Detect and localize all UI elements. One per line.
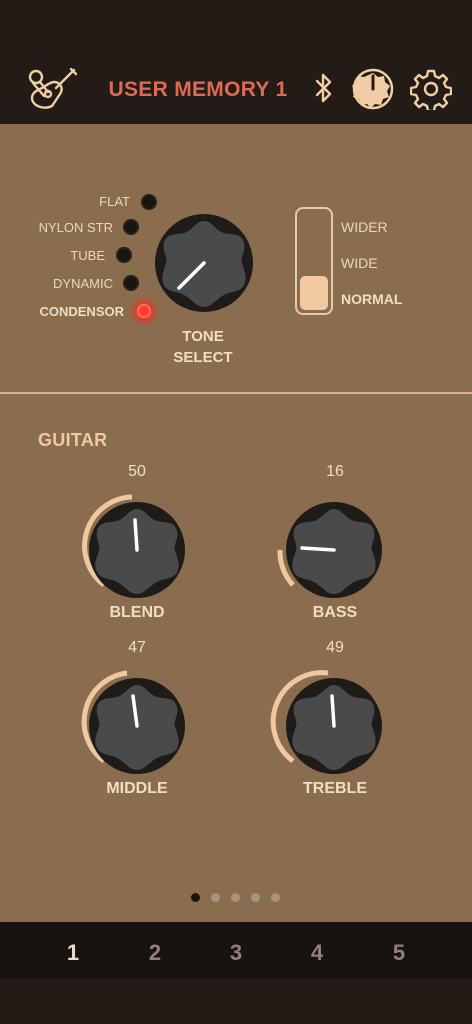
guitar-panel bbox=[0, 394, 472, 922]
tab-memory-1[interactable]: 1 bbox=[53, 938, 93, 968]
page-dot-3[interactable] bbox=[231, 893, 240, 902]
treble-value: 49 bbox=[326, 639, 344, 656]
tone-option-dynamic[interactable]: DYNAMIC bbox=[0, 276, 113, 292]
bass-label: BASS bbox=[312, 604, 358, 621]
bluetooth-icon[interactable] bbox=[312, 72, 336, 104]
treble-knob[interactable] bbox=[270, 662, 390, 782]
bass-value: 16 bbox=[326, 463, 344, 480]
page-dot-5[interactable] bbox=[271, 893, 280, 902]
tab-memory-5[interactable]: 5 bbox=[379, 938, 419, 968]
width-option-wide[interactable]: WIDE bbox=[341, 254, 378, 272]
home-indicator-area bbox=[0, 978, 472, 1024]
tone-led-dynamic[interactable] bbox=[123, 275, 139, 291]
tone-select-label: TONE SELECT bbox=[148, 326, 258, 368]
guitar-mic-icon[interactable] bbox=[24, 66, 80, 114]
tab-memory-3[interactable]: 3 bbox=[216, 938, 256, 968]
section-title-guitar: GUITAR bbox=[38, 430, 108, 450]
status-bar bbox=[0, 0, 472, 50]
middle-value: 47 bbox=[128, 639, 146, 656]
blend-label: BLEND bbox=[109, 604, 165, 621]
tone-option-tube[interactable]: TUBE bbox=[0, 248, 105, 264]
tone-option-flat[interactable]: FLAT bbox=[10, 194, 130, 210]
width-option-normal[interactable]: NORMAL bbox=[341, 290, 402, 308]
bass-knob[interactable] bbox=[270, 486, 390, 606]
width-option-wider[interactable]: WIDER bbox=[341, 218, 388, 236]
tone-select-label-line1: TONE bbox=[182, 328, 224, 345]
tone-option-condensor[interactable]: CONDENSOR bbox=[4, 304, 124, 320]
app-screen: USER MEMORY 1 FLAT NYLON STR TUBE DYNAMI… bbox=[0, 0, 472, 1024]
middle-label: MIDDLE bbox=[106, 780, 168, 797]
gear-icon[interactable] bbox=[410, 68, 452, 110]
tone-select-knob[interactable] bbox=[154, 213, 254, 313]
width-switch-thumb[interactable] bbox=[300, 276, 328, 310]
tone-option-nylon-str[interactable]: NYLON STR bbox=[0, 220, 113, 236]
page-title: USER MEMORY 1 bbox=[108, 78, 288, 101]
tab-memory-2[interactable]: 2 bbox=[135, 938, 175, 968]
tone-led-tube[interactable] bbox=[116, 247, 132, 263]
tone-led-condensor[interactable] bbox=[137, 304, 151, 318]
knob-icon[interactable] bbox=[352, 68, 394, 110]
width-switch[interactable] bbox=[295, 207, 333, 315]
page-dot-4[interactable] bbox=[251, 893, 260, 902]
page-dot-1[interactable] bbox=[191, 893, 200, 902]
page-dot-2[interactable] bbox=[211, 893, 220, 902]
blend-value: 50 bbox=[128, 463, 146, 480]
middle-knob[interactable] bbox=[72, 662, 192, 782]
tone-led-nylon-str[interactable] bbox=[123, 219, 139, 235]
treble-label: TREBLE bbox=[303, 780, 367, 797]
tone-led-flat[interactable] bbox=[141, 194, 157, 210]
tone-select-label-line2: SELECT bbox=[173, 349, 233, 366]
tab-memory-4[interactable]: 4 bbox=[297, 938, 337, 968]
blend-knob[interactable] bbox=[72, 486, 192, 606]
